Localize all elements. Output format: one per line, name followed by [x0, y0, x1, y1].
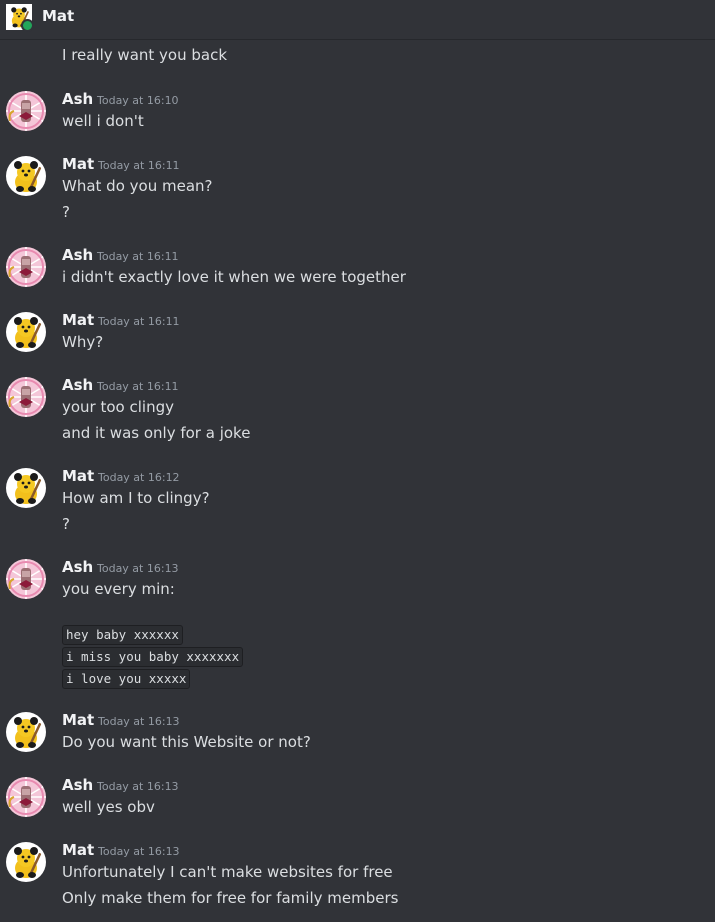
author-name[interactable]: Ash — [62, 376, 93, 394]
author-name[interactable]: Ash — [62, 776, 93, 794]
channel-header: Mat — [0, 0, 715, 40]
message-text: Unfortunately I can't make websites for … — [62, 863, 393, 881]
timestamp: Today at 16:10 — [97, 94, 179, 107]
timestamp: Today at 16:13 — [98, 715, 180, 728]
header-username[interactable]: Mat — [42, 7, 74, 25]
message-text: well i don't — [62, 112, 144, 130]
mat-avatar[interactable] — [6, 712, 46, 752]
ash-avatar[interactable] — [6, 91, 46, 131]
author-name[interactable]: Mat — [62, 467, 94, 485]
ash-avatar[interactable] — [6, 377, 46, 417]
inline-code: i miss you baby xxxxxxx — [62, 647, 244, 667]
author-name[interactable]: Mat — [62, 841, 94, 859]
author-name[interactable]: Ash — [62, 90, 93, 108]
mat-avatar[interactable] — [6, 468, 46, 508]
message-text: How am I to clingy? — [62, 489, 210, 507]
message-text: ? — [62, 515, 70, 533]
message-text: I really want you back — [62, 46, 228, 64]
timestamp: Today at 16:12 — [98, 471, 180, 484]
message-text: Why? — [62, 333, 104, 351]
message-text: you every min: — [62, 580, 175, 598]
author-name[interactable]: Mat — [62, 711, 94, 729]
message-text: Do you want this Website or not? — [62, 733, 311, 751]
ash-avatar[interactable] — [6, 777, 46, 817]
author-name[interactable]: Mat — [62, 155, 94, 173]
author-name[interactable]: Ash — [62, 558, 93, 576]
author-name[interactable]: Mat — [62, 311, 94, 329]
message-text: your too clingy — [62, 398, 174, 416]
message-text: Only make them for free for family membe… — [62, 889, 399, 907]
timestamp: Today at 16:11 — [97, 250, 179, 263]
message-text: well yes obv — [62, 798, 155, 816]
ash-avatar[interactable] — [6, 247, 46, 287]
online-status-icon — [21, 19, 34, 32]
message-text: What do you mean? — [62, 177, 213, 195]
inline-code: i love you xxxxx — [62, 669, 191, 689]
timestamp: Today at 16:11 — [97, 380, 179, 393]
timestamp: Today at 16:13 — [98, 845, 180, 858]
timestamp: Today at 16:13 — [97, 562, 179, 575]
mat-avatar[interactable] — [6, 156, 46, 196]
inline-code: hey baby xxxxxx — [62, 625, 183, 645]
message-text: i didn't exactly love it when we were to… — [62, 268, 406, 286]
timestamp: Today at 16:11 — [98, 159, 180, 172]
author-name[interactable]: Ash — [62, 246, 93, 264]
ash-avatar[interactable] — [6, 559, 46, 599]
timestamp: Today at 16:13 — [97, 780, 179, 793]
mat-avatar[interactable] — [6, 842, 46, 882]
message-text: ? — [62, 203, 70, 221]
timestamp: Today at 16:11 — [98, 315, 180, 328]
mat-avatar[interactable] — [6, 312, 46, 352]
message-text: and it was only for a joke — [62, 424, 251, 442]
